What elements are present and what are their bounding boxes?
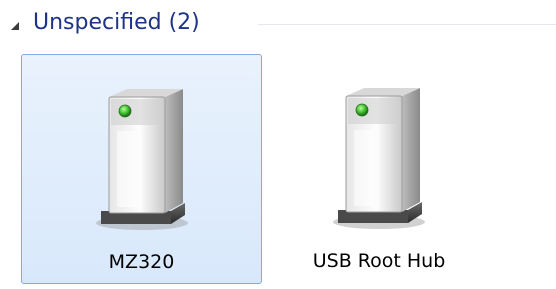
group-title: Unspecified (2) [33, 10, 200, 35]
generic-device-icon [95, 89, 188, 230]
collapse-arrow-icon[interactable] [8, 18, 24, 34]
device-item-mz320[interactable]: MZ320 [21, 54, 262, 284]
device-item-usb-root-hub[interactable]: USB Root Hub [266, 54, 492, 284]
group-divider [258, 24, 556, 25]
device-label: MZ320 [108, 251, 175, 273]
generic-device-icon [333, 88, 425, 229]
device-label: USB Root Hub [312, 250, 446, 272]
group-header-unspecified[interactable]: Unspecified (2) [0, 4, 556, 44]
